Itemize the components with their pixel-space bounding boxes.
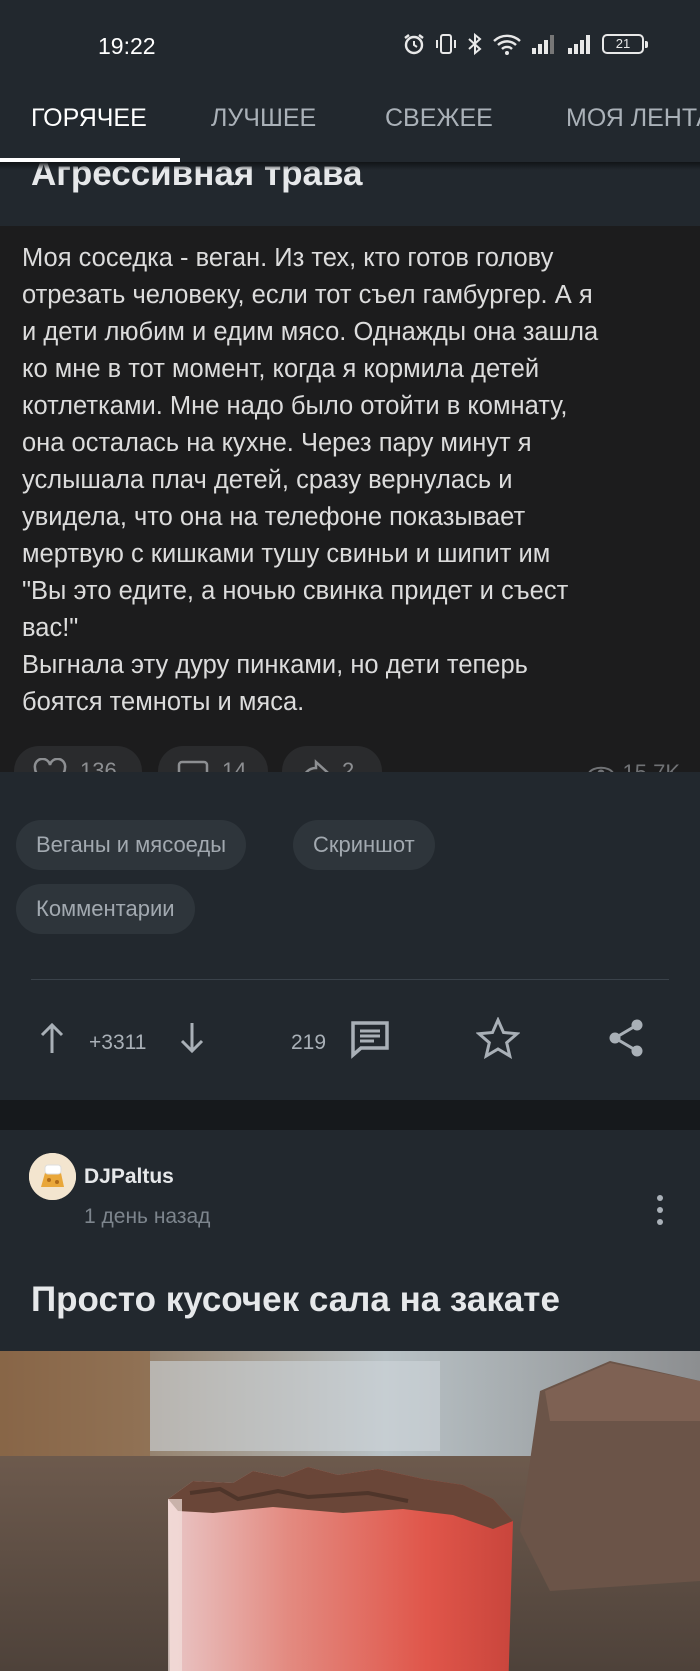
- status-time: 19:22: [98, 33, 156, 59]
- avatar[interactable]: [29, 1153, 76, 1200]
- author-name[interactable]: DJPaltus: [84, 1165, 174, 1189]
- upvote-button[interactable]: [36, 1020, 68, 1056]
- arrow-down-icon: [180, 1023, 204, 1054]
- comments-count[interactable]: 219: [291, 1031, 326, 1055]
- screenshot-share-pill: 2: [282, 746, 382, 772]
- favorite-button[interactable]: [476, 1017, 520, 1059]
- screenshot-line: котлетками. Мне надо было отойти в комна…: [22, 392, 568, 420]
- tab-my-feed[interactable]: МОЯ ЛЕНТА: [566, 104, 700, 133]
- tag-chip[interactable]: Комментарии: [16, 884, 195, 934]
- comments-button[interactable]: [348, 1019, 392, 1059]
- feed-separator: [0, 1100, 700, 1130]
- share-button[interactable]: [606, 1017, 646, 1059]
- rating-count: +3311: [89, 1031, 147, 1054]
- status-bar: 19:22 21: [0, 0, 700, 90]
- post-card: DJPaltus 1 день назад Просто кусочек сал…: [0, 1130, 700, 1671]
- tabs-shadow: [0, 162, 700, 170]
- share-icon: [609, 1019, 643, 1057]
- screenshot-line: увидела, что она на телефоне показывает: [22, 503, 526, 531]
- screenshot-like-pill: 136: [14, 746, 142, 772]
- signal-icon: [568, 35, 590, 54]
- alarm-icon: [404, 34, 424, 55]
- battery-indicator: 21: [602, 34, 648, 54]
- screenshot-share-count: 2: [342, 758, 355, 772]
- tab-fresh[interactable]: СВЕЖЕЕ: [385, 104, 493, 133]
- comment-icon: [177, 760, 209, 772]
- lard-photo: [0, 1351, 700, 1671]
- post-title[interactable]: Просто кусочек сала на закате: [31, 1280, 560, 1320]
- more-options-icon[interactable]: [648, 1192, 672, 1228]
- screenshot-line: "Вы это едите, а ночью свинка придет и с…: [22, 577, 569, 605]
- screenshot-text: Моя соседка - веган. Из тех, кто готов г…: [22, 240, 686, 721]
- screenshot-comment-count: 14: [222, 758, 247, 772]
- post-time: 1 день назад: [84, 1205, 211, 1228]
- arrow-up-icon: [40, 1022, 64, 1053]
- comment-icon: [351, 1021, 389, 1059]
- active-tab-indicator: [0, 158, 180, 162]
- tab-hot[interactable]: ГОРЯЧЕЕ: [31, 104, 147, 133]
- share-arrow-icon: [305, 759, 329, 772]
- screenshot-line: она осталась на кухне. Через пару минут …: [22, 429, 532, 457]
- wifi-icon: [493, 34, 521, 55]
- screenshot-line: отрезать человеку, если тот съел гамбург…: [22, 281, 593, 309]
- post-image-photo[interactable]: [0, 1351, 700, 1671]
- screenshot-view-count: 15.7K: [623, 760, 681, 772]
- star-icon: [476, 1017, 520, 1059]
- screenshot-line: вас!": [22, 614, 79, 642]
- screenshot-line: мертвую с кишками тушу свиньи и шипит им: [22, 540, 551, 568]
- downvote-button[interactable]: [176, 1020, 208, 1056]
- screenshot-views: 15.7K: [587, 760, 681, 772]
- tab-best[interactable]: ЛУЧШЕЕ: [211, 104, 316, 133]
- screenshot-comment-pill: 14: [158, 746, 268, 772]
- eye-icon: [588, 766, 613, 772]
- avatar-image: [29, 1153, 76, 1200]
- post-footer: Веганы и мясоеды Скриншот Комментарии +3…: [0, 772, 700, 1100]
- screenshot-line: Моя соседка - веган. Из тех, кто готов г…: [22, 244, 554, 272]
- tag-chip[interactable]: Веганы и мясоеды: [16, 820, 247, 870]
- screenshot-line: боятся темноты и мяса.: [22, 688, 305, 716]
- screenshot-line: услышала плач детей, сразу вернулась и: [22, 466, 513, 494]
- vibrate-icon: [436, 34, 456, 54]
- post-image-screenshot[interactable]: Моя соседка - веган. Из тех, кто готов г…: [0, 226, 700, 772]
- post-header: Агрессивная трава: [0, 162, 700, 226]
- heart-icon: [33, 758, 67, 772]
- tag-chip[interactable]: Скриншот: [293, 820, 435, 870]
- screenshot-line: и дети любим и едим мясо. Однажды она за…: [22, 318, 599, 346]
- feed-tabs: ГОРЯЧЕЕ ЛУЧШЕЕ СВЕЖЕЕ МОЯ ЛЕНТА: [0, 90, 700, 162]
- screenshot-line: Выгнала эту дуру пинками, но дети теперь: [22, 651, 528, 679]
- signal-icon: [532, 35, 554, 54]
- screenshot-like-count: 136: [80, 758, 117, 772]
- status-icons: 21: [402, 32, 648, 56]
- screenshot-line: ко мне в тот момент, когда я кормила дет…: [22, 355, 540, 383]
- bluetooth-icon: [468, 32, 482, 56]
- divider: [31, 979, 669, 980]
